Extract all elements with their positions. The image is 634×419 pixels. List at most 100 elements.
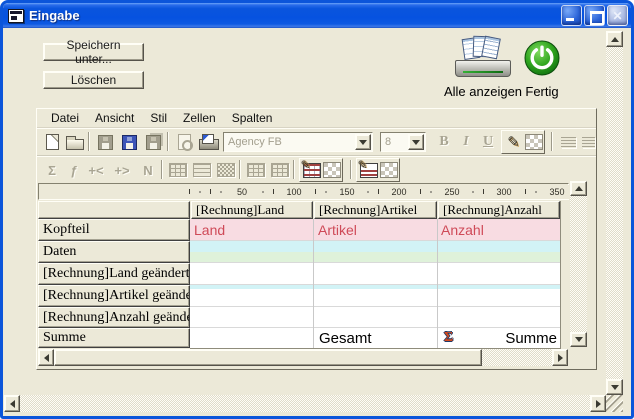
scroll-up-button[interactable]	[606, 31, 623, 47]
row-label-daten[interactable]: Daten	[38, 241, 190, 263]
ruler-label: 100	[282, 185, 306, 199]
grid-vertical-scrollbar[interactable]	[570, 181, 587, 347]
new-document-button[interactable]	[41, 131, 63, 153]
arrow-down-icon	[575, 337, 583, 342]
cell-summe-label: Summe	[453, 330, 561, 347]
table-style-button-disabled	[167, 159, 189, 181]
toolbar-separator	[293, 160, 295, 179]
insert-before-button-disabled: +<	[85, 159, 107, 181]
close-button[interactable]	[607, 5, 628, 26]
print-button[interactable]	[197, 131, 219, 153]
column-header-artikel[interactable]: [Rechnung]Artikel	[314, 201, 437, 219]
toolbar-separator	[350, 160, 352, 179]
scroll-down-button[interactable]	[606, 379, 623, 395]
window-vertical-scrollbar[interactable]	[606, 31, 623, 395]
pen-icon: ✎	[507, 133, 520, 151]
cell-transparent-button[interactable]	[323, 162, 341, 178]
menu-item-stil[interactable]: Stil	[142, 110, 175, 126]
scrollbar-thumb[interactable]	[54, 349, 482, 366]
toolbar-separator	[239, 160, 241, 179]
row-transparent-button[interactable]	[380, 162, 398, 178]
font-name-dropdown-button[interactable]	[355, 134, 371, 150]
row-pen-button[interactable]: ✎	[358, 160, 379, 181]
ruler-label: 250	[440, 185, 464, 199]
ruler-label: 150	[335, 185, 359, 199]
align-left-button-disabled	[557, 131, 579, 153]
row-label-anzahl-geaendert[interactable]: [Rechnung]Anzahl geändert	[38, 307, 190, 328]
title-bar[interactable]: Eingabe	[3, 3, 631, 28]
row-label-corner	[38, 201, 190, 219]
font-size-combobox[interactable]: 8	[380, 132, 426, 152]
grid-line	[190, 284, 561, 285]
font-name-combobox[interactable]: Agency FB	[223, 132, 373, 152]
menu-bar: Datei Ansicht Stil Zellen Spalten	[37, 109, 596, 128]
show-all-label: Alle anzeigen	[443, 84, 523, 99]
column-header-land[interactable]: [Rechnung]Land	[191, 201, 313, 219]
row-label-summe[interactable]: Summe	[38, 328, 190, 348]
menu-item-ansicht[interactable]: Ansicht	[87, 110, 142, 126]
ruler-label: 200	[387, 185, 411, 199]
font-size-dropdown-button[interactable]	[408, 134, 424, 150]
cell-summe-empty[interactable]	[190, 328, 313, 348]
align-center-button-disabled	[577, 131, 599, 153]
cell-kopfteil-artikel[interactable]: Artikel	[314, 219, 437, 241]
arrow-left-icon	[44, 354, 49, 362]
resize-grip[interactable]	[606, 395, 623, 412]
column-right-button-disabled	[269, 159, 291, 181]
maximize-button[interactable]	[584, 5, 605, 26]
open-folder-icon	[66, 139, 84, 150]
cell-pen-button[interactable]: ✎	[301, 160, 322, 181]
arrow-up-icon	[611, 37, 619, 42]
show-all-button[interactable]: Alle anzeigen	[443, 36, 523, 99]
row-label-land-geaendert[interactable]: [Rechnung]Land geändert	[38, 263, 190, 285]
chevron-down-icon	[412, 140, 420, 145]
scroll-up-button[interactable]	[570, 181, 587, 196]
save-as-button[interactable]: Speichern unter...	[43, 43, 144, 61]
underline-icon: U	[483, 134, 493, 150]
toolbar-separator	[161, 160, 163, 179]
cell-summe-gesamt[interactable]: Gesamt	[314, 328, 437, 348]
cell-pen-group: ✎	[299, 158, 343, 182]
cell-kopfteil-land[interactable]: Land	[190, 219, 313, 241]
row-label-artikel-geaendert[interactable]: [Rechnung]Artikel geändert	[38, 285, 190, 307]
scroll-right-button[interactable]	[590, 395, 606, 412]
scroll-right-button[interactable]	[552, 349, 568, 366]
save-all-icon	[146, 135, 161, 150]
scroll-left-button[interactable]	[4, 395, 20, 412]
save-report-button[interactable]	[118, 131, 140, 153]
delete-button[interactable]: Löschen	[43, 71, 144, 89]
arrow-left-icon	[10, 400, 15, 408]
band-daten[interactable]	[190, 241, 561, 263]
done-label: Fertig	[519, 84, 565, 99]
arrow-up-icon	[575, 186, 583, 191]
column-header-anzahl[interactable]: [Rechnung]Anzahl	[438, 201, 560, 219]
scroll-left-button[interactable]	[38, 349, 54, 366]
cell-kopfteil-anzahl[interactable]: Anzahl	[437, 219, 561, 241]
done-button[interactable]: Fertig	[519, 39, 565, 99]
window-title: Eingabe	[29, 8, 561, 23]
band-anzahl-geaendert[interactable]	[190, 307, 561, 328]
app-window: Eingabe Speichern unter... Löschen Alle …	[0, 0, 634, 419]
window-horizontal-scrollbar[interactable]	[4, 395, 606, 412]
text-pen-button[interactable]: ✎	[503, 132, 524, 153]
row-label-kopfteil[interactable]: Kopfteil	[38, 219, 190, 241]
menu-item-zellen[interactable]: Zellen	[175, 110, 224, 126]
italic-button-disabled: I	[455, 131, 477, 153]
sum-sigma-icon: Σ	[437, 330, 453, 346]
menu-item-datei[interactable]: Datei	[43, 110, 87, 126]
table-rows-button-disabled	[191, 159, 213, 181]
open-button[interactable]	[64, 131, 86, 153]
scroll-down-button[interactable]	[570, 332, 587, 347]
band-artikel-geaendert[interactable]	[190, 285, 561, 307]
cell-summe-total[interactable]: Σ Summe	[437, 328, 561, 348]
band-kopfteil: Land Artikel Anzahl	[190, 219, 561, 241]
grid-horizontal-scrollbar[interactable]	[38, 349, 568, 366]
band-land-geaendert[interactable]	[190, 263, 561, 285]
menu-item-spalten[interactable]: Spalten	[224, 110, 281, 126]
align-center-icon	[582, 137, 595, 148]
chevron-down-icon	[359, 140, 367, 145]
printer-icon	[451, 36, 515, 82]
minimize-button[interactable]	[561, 5, 582, 26]
insert-before-icon: +<	[88, 163, 103, 178]
transparent-pattern-button[interactable]	[525, 134, 543, 150]
